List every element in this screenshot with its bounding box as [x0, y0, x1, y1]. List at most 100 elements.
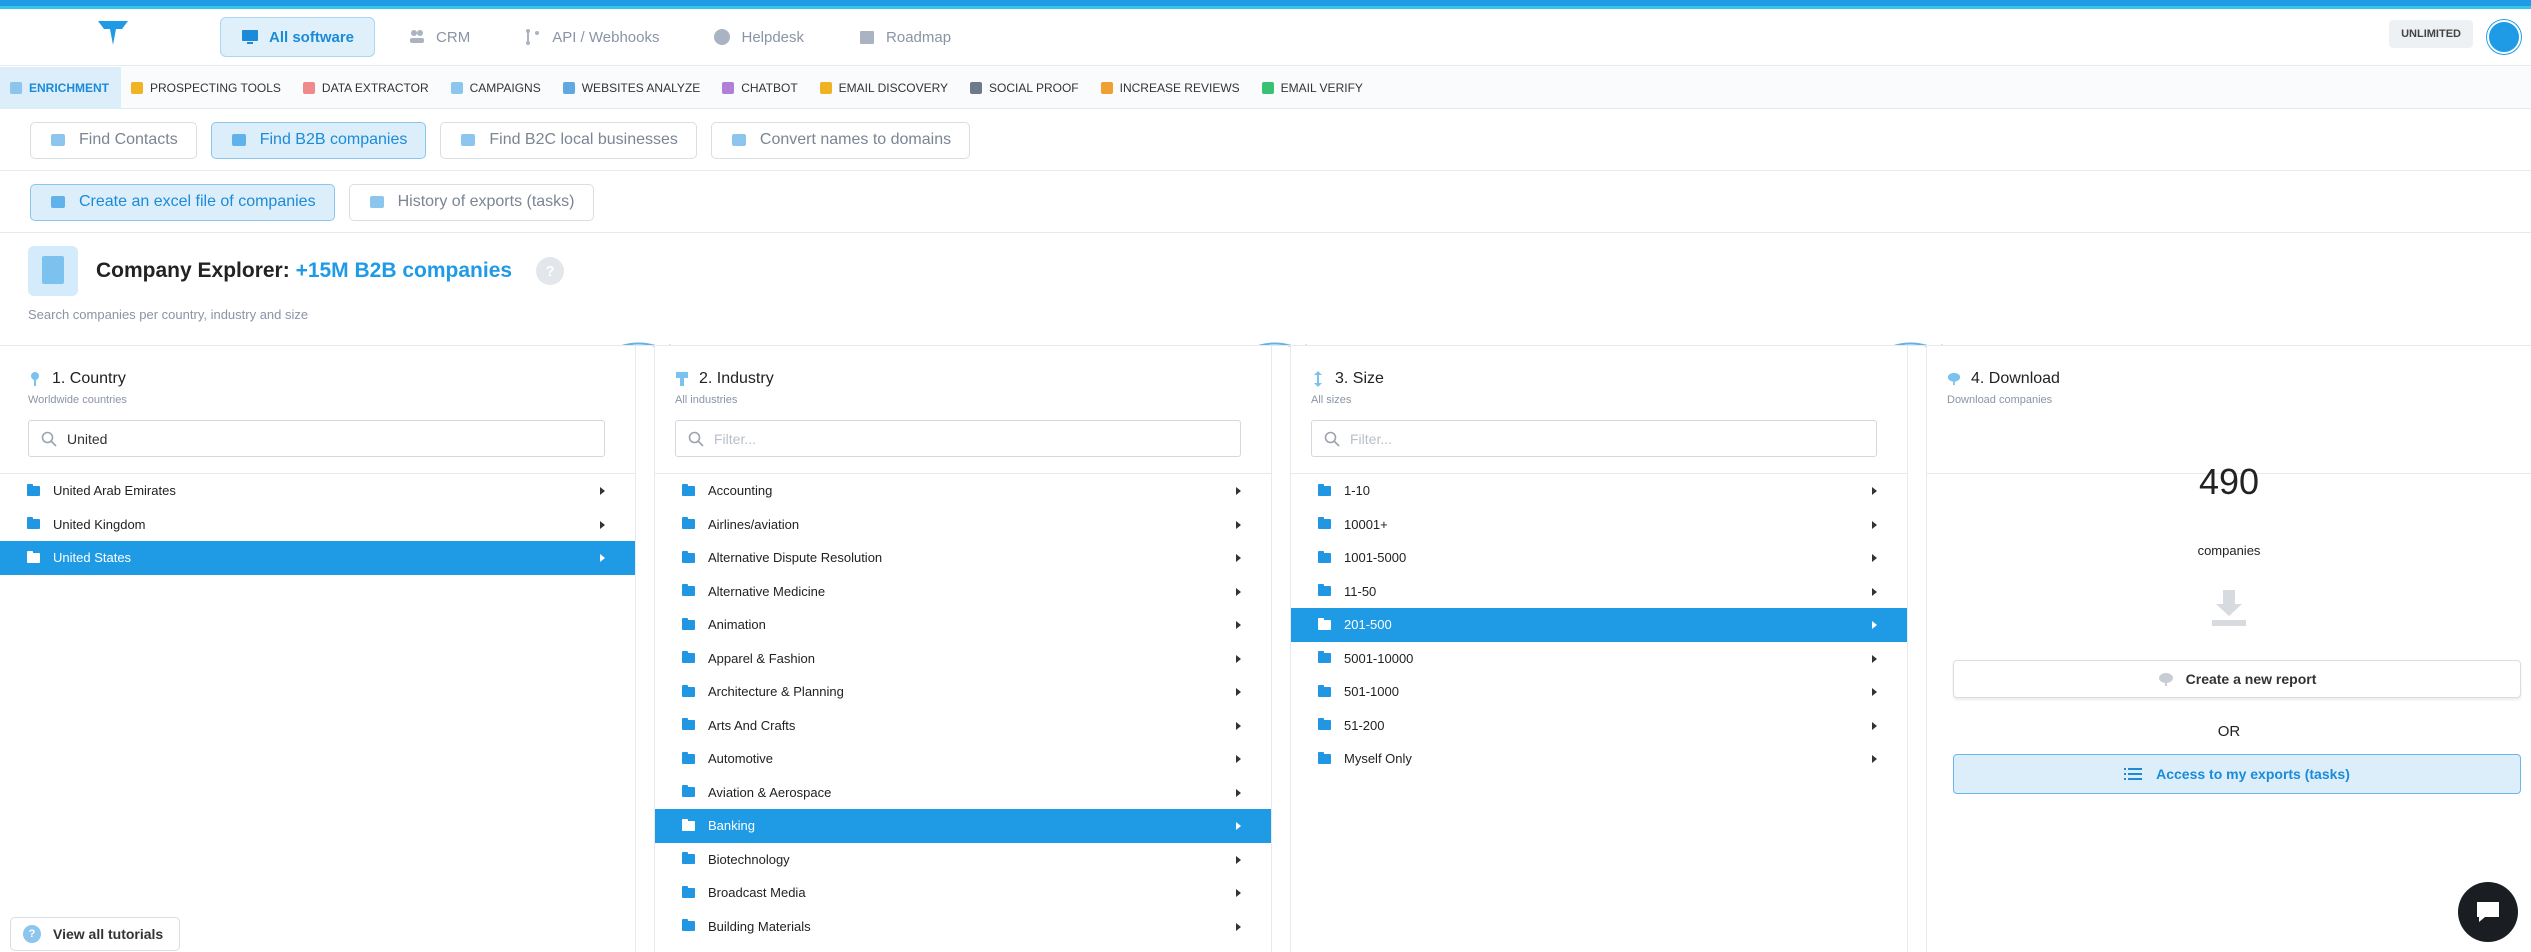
- tool-label: EMAIL VERIFY: [1280, 80, 1363, 95]
- industry-row[interactable]: Building Materials: [655, 910, 1271, 944]
- industry-row[interactable]: Aviation & Aerospace: [655, 776, 1271, 810]
- industry-row[interactable]: Alternative Dispute Resolution: [655, 541, 1271, 575]
- tool-increase-reviews[interactable]: INCREASE REVIEWS: [1091, 67, 1252, 109]
- size-row[interactable]: 11-50: [1291, 575, 1907, 609]
- tool-chatbot[interactable]: CHATBOT: [712, 67, 809, 109]
- tool-websites-analyze[interactable]: WEBSITES ANALYZE: [553, 67, 712, 109]
- country-title: 1. Country: [28, 370, 127, 388]
- industry-row[interactable]: Alternative Medicine: [655, 575, 1271, 609]
- tab-label: Create an excel file of companies: [79, 193, 316, 210]
- size-row[interactable]: Myself Only: [1291, 742, 1907, 776]
- tool-email-verify[interactable]: EMAIL VERIFY: [1252, 67, 1375, 109]
- country-row[interactable]: United States: [0, 541, 635, 575]
- nav-tab-label: API / Webhooks: [552, 28, 660, 46]
- tool-campaigns[interactable]: CAMPAIGNS: [441, 67, 553, 109]
- country-row-label: United Kingdom: [53, 516, 146, 532]
- size-row[interactable]: 5001-10000: [1291, 642, 1907, 676]
- industry-search-input[interactable]: [714, 430, 1211, 447]
- tool-label: ENRICHMENT: [29, 80, 109, 95]
- caret-right-icon: [1236, 654, 1241, 663]
- create-report-button[interactable]: Create a new report: [1953, 660, 2521, 698]
- nav-tab-all-software[interactable]: All software: [220, 17, 376, 57]
- tab-convert-names-to-domains[interactable]: Convert names to domains: [710, 121, 971, 159]
- tab-find-b2b-companies[interactable]: Find B2B companies: [210, 121, 427, 159]
- industry-row[interactable]: Apparel & Fashion: [655, 642, 1271, 676]
- industry-row[interactable]: Broadcast Media: [655, 876, 1271, 910]
- size-row[interactable]: 10001+: [1291, 508, 1907, 542]
- size-subtitle: All sizes: [1311, 394, 1352, 406]
- tab-find-b2c-local-businesses[interactable]: Find B2C local businesses: [440, 121, 697, 159]
- caret-right-icon: [1236, 520, 1241, 529]
- nav-tab-helpdesk[interactable]: Helpdesk: [692, 17, 825, 57]
- size-row[interactable]: 201-500: [1291, 608, 1907, 642]
- size-row[interactable]: 51-200: [1291, 709, 1907, 743]
- nav-tab-crm[interactable]: CRM: [387, 17, 491, 57]
- industry-row[interactable]: Animation: [655, 608, 1271, 642]
- industry-row-label: Apparel & Fashion: [708, 650, 815, 666]
- caret-right-icon: [1872, 487, 1877, 495]
- list-icon: [2124, 768, 2143, 780]
- industry-row[interactable]: Automotive: [655, 742, 1271, 776]
- app-logo[interactable]: [96, 19, 130, 49]
- country-search-input[interactable]: [67, 430, 574, 447]
- industry-row[interactable]: Banking: [655, 809, 1271, 843]
- branch-icon: [526, 29, 540, 45]
- caret-right-icon: [1236, 721, 1241, 730]
- help-icon[interactable]: ?: [536, 257, 565, 285]
- industry-row[interactable]: Airlines/aviation: [655, 508, 1271, 542]
- industry-row-label: Accounting: [708, 483, 773, 499]
- tool-enrichment[interactable]: ENRICHMENT: [0, 66, 121, 109]
- prospecting-tools-icon: [131, 81, 143, 94]
- size-row-label: 1001-5000: [1344, 550, 1407, 566]
- nav-tab-roadmap[interactable]: Roadmap: [837, 17, 972, 57]
- industry-row[interactable]: Arts And Crafts: [655, 709, 1271, 743]
- country-column: 1. Country Worldwide countries United Ar…: [0, 346, 636, 952]
- tab-find-contacts[interactable]: Find Contacts: [30, 121, 197, 159]
- industry-row[interactable]: Architecture & Planning: [655, 675, 1271, 709]
- country-list: United Arab Emirates United Kingdom United…: [0, 473, 635, 575]
- caret-right-icon: [1872, 654, 1877, 663]
- caret-right-icon: [1872, 520, 1877, 529]
- tool-social-proof[interactable]: SOCIAL PROOF: [960, 67, 1091, 109]
- industry-row[interactable]: Biotechnology: [655, 843, 1271, 877]
- industry-column: 2. Industry All industries Accounting Air…: [654, 346, 1272, 952]
- size-row-label: 51-200: [1344, 717, 1385, 733]
- tool-label: PROSPECTING TOOLS: [150, 80, 281, 95]
- industry-row-label: Architecture & Planning: [708, 684, 844, 700]
- company-count: 490: [2198, 461, 2260, 502]
- folder-icon: [1318, 684, 1331, 697]
- size-row[interactable]: 1-10: [1291, 474, 1907, 508]
- industry-subtitle: All industries: [675, 394, 738, 406]
- industry-row[interactable]: Accounting: [655, 474, 1271, 508]
- enrichment-icon: [10, 81, 22, 94]
- plan-badge: UNLIMITED: [2389, 20, 2473, 48]
- tool-email-discovery[interactable]: EMAIL DISCOVERY: [810, 67, 960, 109]
- size-row-label: 1-10: [1344, 483, 1371, 499]
- access-exports-button[interactable]: Access to my exports (tasks): [1953, 754, 2521, 794]
- user-avatar[interactable]: [2487, 20, 2521, 54]
- tab-history-of-exports-tasks[interactable]: History of exports (tasks): [348, 183, 594, 221]
- country-subtitle: Worldwide countries: [28, 394, 127, 406]
- folder-icon: [1318, 550, 1331, 563]
- size-row-label: 10001+: [1344, 516, 1388, 532]
- country-search[interactable]: [28, 420, 605, 457]
- view-tutorials-button[interactable]: ? View all tutorials: [10, 917, 181, 951]
- size-search[interactable]: [1311, 420, 1877, 457]
- size-row[interactable]: 1001-5000: [1291, 541, 1907, 575]
- tool-data-extractor[interactable]: DATA EXTRACTOR: [293, 67, 441, 109]
- size-row[interactable]: 501-1000: [1291, 675, 1907, 709]
- size-search-input[interactable]: [1350, 430, 1847, 447]
- country-row[interactable]: United Arab Emirates: [0, 474, 635, 508]
- industry-search[interactable]: [675, 420, 1241, 457]
- caret-right-icon: [1236, 554, 1241, 562]
- data-extractor-icon: [302, 81, 315, 94]
- tool-prospecting-tools[interactable]: PROSPECTING TOOLS: [121, 67, 293, 109]
- folder-icon: [682, 517, 695, 530]
- folder-icon: [27, 483, 40, 496]
- country-row[interactable]: United Kingdom: [0, 508, 635, 542]
- nav-tab-api-webhooks[interactable]: API / Webhooks: [503, 17, 680, 57]
- chat-widget-button[interactable]: [2458, 882, 2518, 942]
- tab-create-an-excel-file-of-companies[interactable]: Create an excel file of companies: [30, 183, 335, 221]
- caret-right-icon: [1236, 587, 1241, 596]
- size-row-label: 11-50: [1344, 583, 1377, 599]
